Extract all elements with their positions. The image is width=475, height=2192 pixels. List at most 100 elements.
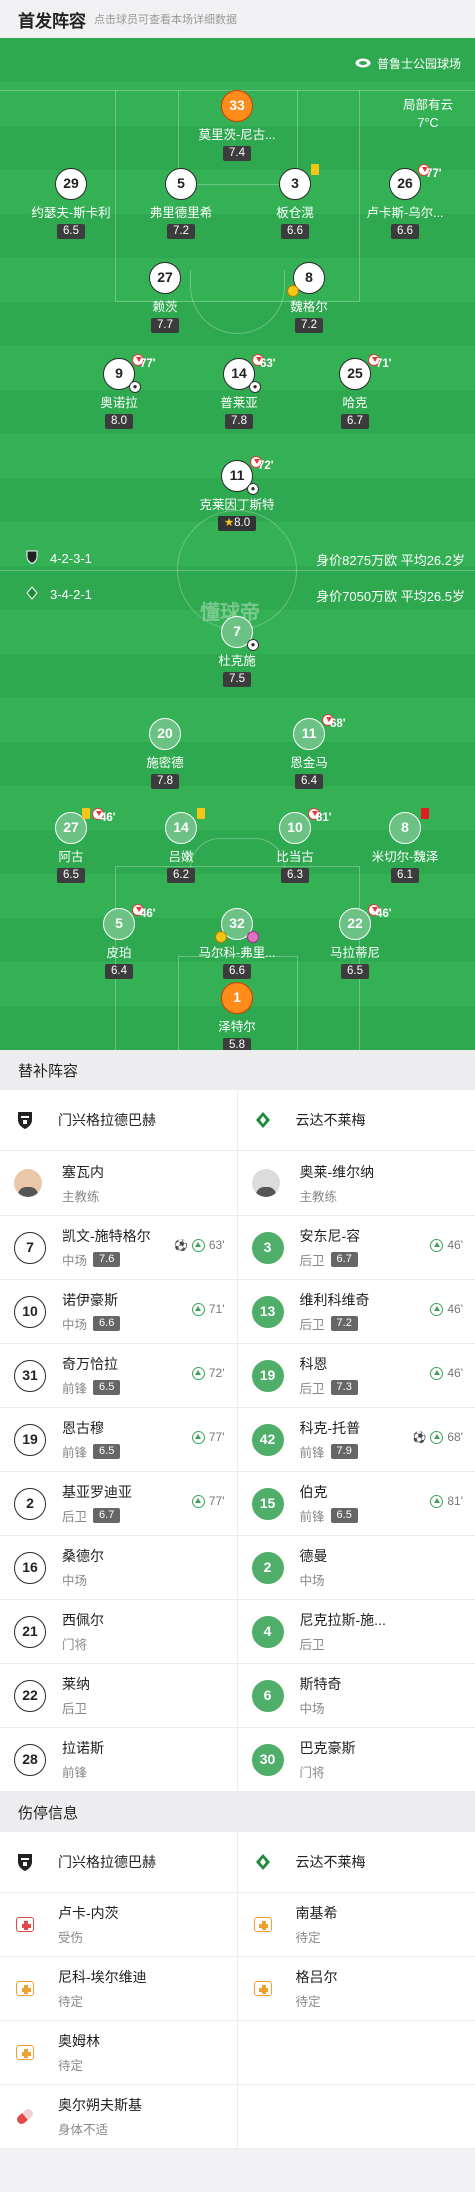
jersey-number: 9 77' ● bbox=[103, 354, 156, 393]
home-sub-player[interactable]: 7 凯文-施特格尔 中场 7.6 ⚽ 63' bbox=[0, 1216, 238, 1279]
player-rating: 6.5 bbox=[57, 868, 85, 883]
away-team-header[interactable]: 云达不莱梅 bbox=[238, 1090, 475, 1150]
away-coach[interactable]: 奥莱-维尔纳 主教练 bbox=[238, 1151, 475, 1215]
player-name: 马尔科-弗里... bbox=[198, 946, 276, 960]
away-sub-player[interactable]: 13 维利科维奇 后卫 7.2 46' bbox=[238, 1280, 475, 1343]
jersey-number: 21 bbox=[14, 1615, 46, 1648]
jersey-number: 8 bbox=[287, 262, 325, 297]
away-sub-player[interactable]: 30 巴克豪斯 门将 bbox=[238, 1728, 475, 1791]
sub-in-icon bbox=[191, 1302, 205, 1316]
jersey-number: 25 71' bbox=[339, 354, 392, 390]
away-sub-player[interactable]: 42 科克-托普 前锋 7.9 ⚽ 68' bbox=[238, 1408, 475, 1471]
player-rating: 6.6 bbox=[223, 964, 251, 979]
away-injured-player[interactable]: 格吕尔 待定 bbox=[238, 1957, 475, 2020]
home-team-header[interactable]: 门兴格拉德巴赫 bbox=[0, 1832, 238, 1892]
home-sub-player[interactable]: 21 西佩尔 门将 bbox=[0, 1600, 238, 1663]
injury-status: 待定 bbox=[295, 1995, 321, 2009]
player-rating: 6.7 bbox=[341, 414, 369, 429]
away-injured-player[interactable]: 南基希 待定 bbox=[238, 1893, 475, 1956]
pill-icon bbox=[14, 2106, 36, 2128]
jersey-number: 3 bbox=[251, 1231, 284, 1264]
player-name: 桑德尔 bbox=[62, 1548, 104, 1564]
home-injured-player[interactable]: 奥尔朔夫斯基 身体不适 bbox=[0, 2085, 238, 2148]
home-sub-player[interactable]: 19 恩古穆 前锋 6.5 77' bbox=[0, 1408, 238, 1471]
home-team-header[interactable]: 门兴格拉德巴赫 bbox=[0, 1090, 238, 1150]
player-h7[interactable]: 8 魏格尔 7.2 bbox=[254, 262, 364, 333]
away-sub-player[interactable]: 15 伯克 前锋 6.5 81' bbox=[238, 1472, 475, 1535]
home-injured-player[interactable]: 卢卡-内茨 受伤 bbox=[0, 1893, 238, 1956]
jersey-number: 11 68' bbox=[293, 714, 346, 750]
away-sub-player[interactable]: 6 斯特奇 中场 bbox=[238, 1664, 475, 1727]
home-injured-player[interactable]: 尼科-埃尔维迪 待定 bbox=[0, 1957, 238, 2020]
player-a7[interactable]: 8 米切尔-魏泽 6.1 bbox=[350, 808, 460, 883]
player-a4[interactable]: 27 46' 阿古 6.5 bbox=[16, 808, 126, 883]
player-rating: 7.8 bbox=[225, 414, 253, 429]
player-h1[interactable]: 33 莫里茨-尼古... 7.4 bbox=[182, 90, 292, 161]
player-a2[interactable]: 20 施密德 7.8 bbox=[110, 718, 220, 789]
player-h10[interactable]: 25 71' 哈克 6.7 bbox=[300, 354, 410, 429]
player-a6[interactable]: 10 81' 比当古 6.3 bbox=[240, 808, 350, 883]
player-name: 尼克拉斯-施... bbox=[299, 1612, 386, 1628]
jersey-number: 32 bbox=[215, 908, 259, 943]
goal-ball-icon: ⚽ bbox=[412, 1431, 427, 1444]
away-squad-value: 身价7050万欧 平均26.5岁 bbox=[316, 589, 465, 604]
player-name: 巴克豪斯 bbox=[299, 1740, 356, 1756]
sub-time: 63' bbox=[260, 358, 276, 370]
player-a1[interactable]: 7 ● 杜克施 7.5 bbox=[182, 616, 292, 687]
injury-status: 待定 bbox=[58, 2059, 84, 2073]
player-a5[interactable]: 14 吕嫩 6.2 bbox=[126, 808, 236, 883]
away-sub-player[interactable]: 3 安东尼-容 后卫 6.7 46' bbox=[238, 1216, 475, 1279]
away-crest-icon bbox=[26, 586, 38, 603]
player-h11[interactable]: 11 72' ● 克莱因丁斯特 ★8.0 bbox=[182, 456, 292, 531]
home-sub-player[interactable]: 10 诺伊豪斯 中场 6.6 71' bbox=[0, 1280, 238, 1343]
sub-time: 46' bbox=[140, 908, 156, 920]
player-rating: 6.1 bbox=[391, 868, 419, 883]
player-name: 赖茨 bbox=[152, 300, 178, 314]
home-sub-player[interactable]: 28 拉诺斯 前锋 bbox=[0, 1728, 238, 1791]
away-sub-player[interactable]: 19 科恩 后卫 7.3 46' bbox=[238, 1344, 475, 1407]
goal-ball-icon: ● bbox=[247, 483, 259, 495]
home-injured-player[interactable]: 奥姆林 待定 bbox=[0, 2021, 238, 2084]
player-h8[interactable]: 9 77' ● 奥诺拉 8.0 bbox=[64, 354, 174, 429]
away-formation: 3-4-2-1 bbox=[26, 586, 92, 603]
sub-time: 46' bbox=[100, 812, 116, 824]
player-h2[interactable]: 29 约瑟夫-斯卡利 6.5 bbox=[16, 168, 126, 239]
player-name: 吕嫩 bbox=[168, 850, 194, 864]
home-coach[interactable]: 塞瓦内 主教练 bbox=[0, 1151, 238, 1215]
player-h6[interactable]: 27 赖茨 7.7 bbox=[110, 262, 220, 333]
weather-text: 局部有云 bbox=[402, 98, 453, 112]
away-sub-player[interactable]: 2 德曼 中场 bbox=[238, 1536, 475, 1599]
coach-role: 主教练 bbox=[299, 1189, 338, 1204]
jersey-number: 13 bbox=[251, 1295, 284, 1328]
player-h4[interactable]: 3 板仓滉 6.6 bbox=[240, 164, 350, 239]
player-name: 比当古 bbox=[276, 850, 314, 864]
player-h9[interactable]: 14 63' ● 普莱亚 7.8 bbox=[184, 354, 294, 429]
player-h5[interactable]: 26 77' 卢卡斯-乌尔... 6.6 bbox=[350, 164, 460, 239]
away-sub-player[interactable]: 4 尼克拉斯-施... 后卫 bbox=[238, 1600, 475, 1663]
player-a11[interactable]: 1 泽特尔 5.8 bbox=[182, 982, 292, 1050]
home-sub-player[interactable]: 31 奇万恰拉 前锋 6.5 72' bbox=[0, 1344, 238, 1407]
away-team-name: 云达不莱梅 bbox=[295, 1854, 366, 1870]
home-sub-player[interactable]: 22 莱纳 后卫 bbox=[0, 1664, 238, 1727]
home-sub-player[interactable]: 16 桑德尔 中场 bbox=[0, 1536, 238, 1599]
player-name: 莫里茨-尼古... bbox=[198, 128, 276, 142]
jersey-number: 5 46' bbox=[103, 904, 156, 940]
away-formation-text: 3-4-2-1 bbox=[50, 587, 92, 602]
goal-ball-icon: ● bbox=[249, 381, 261, 393]
home-sub-player[interactable]: 2 基亚罗迪亚 后卫 6.7 77' bbox=[0, 1472, 238, 1535]
player-a3[interactable]: 11 68' 恩金马 6.4 bbox=[254, 714, 364, 789]
home-team-name: 门兴格拉德巴赫 bbox=[58, 1854, 156, 1870]
player-a9[interactable]: 32 马尔科-弗里... 6.6 bbox=[182, 908, 292, 979]
player-position: 后卫 bbox=[62, 1702, 88, 1716]
weather-info: 局部有云 7°C bbox=[403, 96, 453, 132]
player-name: 奥姆林 bbox=[58, 2033, 100, 2049]
away-team-header[interactable]: 云达不莱梅 bbox=[238, 1832, 475, 1892]
injury-status: 受伤 bbox=[58, 1931, 84, 1945]
jersey-number: 33 bbox=[221, 90, 253, 122]
player-name: 杜克施 bbox=[218, 654, 256, 668]
assist-icon bbox=[287, 285, 299, 297]
player-a10[interactable]: 22 46' 马拉蒂尼 6.5 bbox=[300, 904, 410, 979]
player-a8[interactable]: 5 46' 皮珀 6.4 bbox=[64, 904, 174, 979]
player-h3[interactable]: 5 弗里德里希 7.2 bbox=[126, 168, 236, 239]
sub-row: 28 拉诺斯 前锋 30 巴克豪斯 门将 bbox=[0, 1728, 475, 1792]
